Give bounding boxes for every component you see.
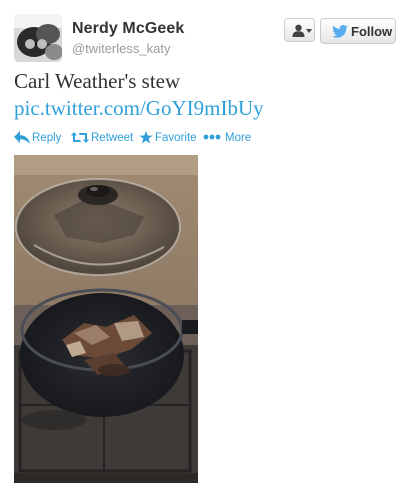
more-dots-icon	[203, 134, 221, 140]
star-icon	[139, 131, 153, 144]
user-actions-dropdown-button[interactable]	[284, 18, 315, 42]
more-label: More	[225, 132, 252, 144]
tweet-media-link[interactable]: pic.twitter.com/GoYI9mIbUy	[14, 95, 404, 122]
follow-button-label: Follow	[351, 24, 393, 39]
favorite-label: Favorite	[155, 132, 197, 144]
avatar[interactable]	[14, 14, 62, 62]
avatar-image	[14, 14, 62, 62]
twitter-bird-icon	[332, 25, 348, 38]
screen-name[interactable]: @twiterless_katy	[72, 41, 170, 56]
reply-icon	[14, 131, 30, 144]
retweet-label: Retweet	[91, 132, 134, 144]
stew-pot-photo	[14, 155, 198, 483]
display-name[interactable]: Nerdy McGeek	[72, 20, 184, 38]
tweet-photo[interactable]	[14, 155, 198, 483]
follow-button[interactable]: Follow	[320, 18, 396, 44]
tweet-card: Nerdy McGeek @twiterless_katy Follow Car…	[0, 0, 418, 500]
retweet-icon	[71, 132, 89, 143]
tweet-text: Carl Weather's stew pic.twitter.com/GoYI…	[14, 68, 404, 122]
reply-label: Reply	[32, 132, 62, 144]
person-icon	[292, 24, 305, 37]
chevron-down-icon	[306, 29, 312, 33]
tweet-body: Carl Weather's stew	[14, 69, 181, 93]
